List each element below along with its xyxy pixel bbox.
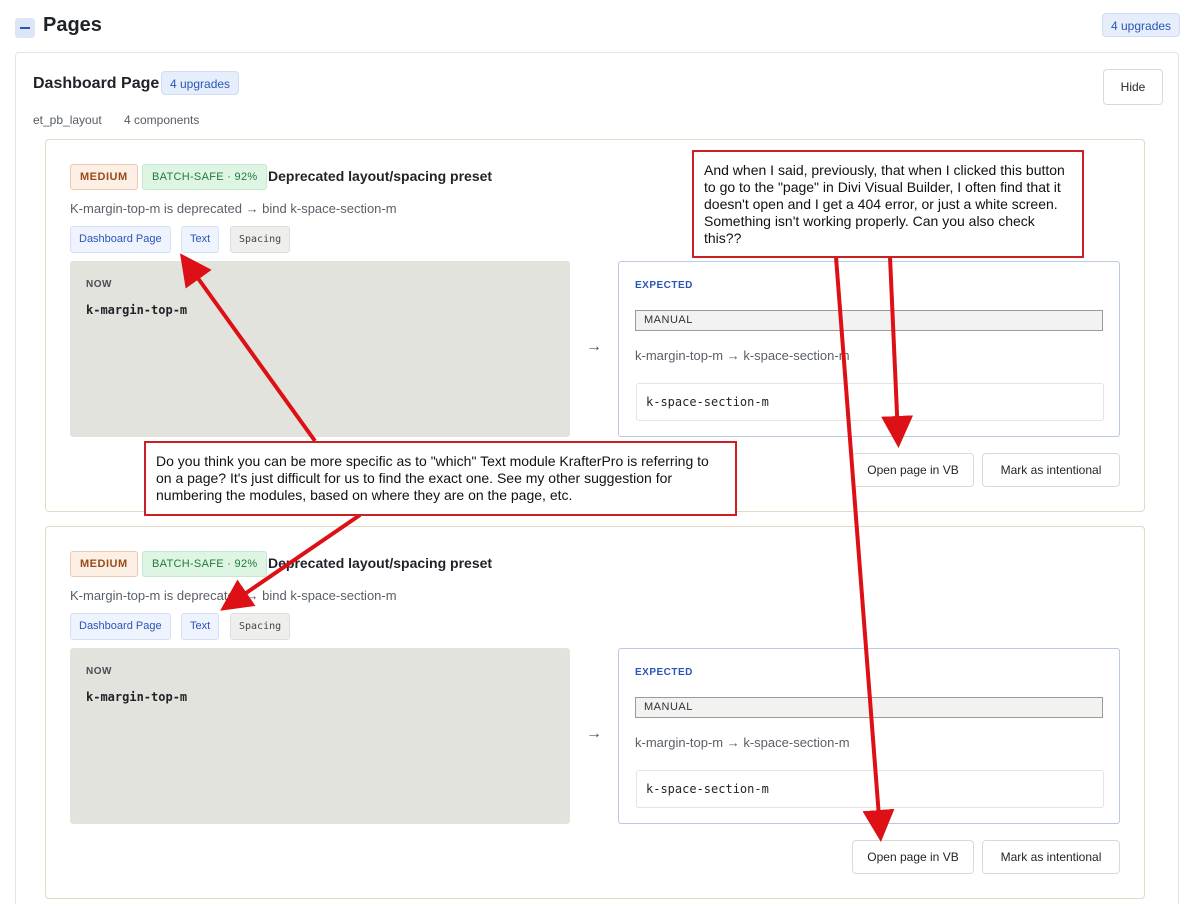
expected-description: k-margin-top-m → k-space-section-m: [635, 735, 850, 750]
expected-label: EXPECTED: [635, 280, 693, 291]
tag-spacing: Spacing: [230, 226, 291, 253]
issue-title: Deprecated layout/spacing preset: [268, 168, 493, 184]
pages-header: Pages 4 upgrades: [15, 12, 1181, 42]
open-page-in-vb-button[interactable]: Open page in VB: [852, 453, 974, 487]
pages-upgrades-badge: 4 upgrades: [1102, 13, 1181, 37]
tag-dashboard-page[interactable]: Dashboard Page: [70, 613, 171, 640]
tag-text[interactable]: Text: [181, 613, 220, 640]
expected-box: EXPECTED MANUAL k-margin-top-m → k-space…: [618, 648, 1120, 824]
expected-label: EXPECTED: [635, 667, 693, 678]
issue-description: K-margin-top-m is deprecated → bind k-sp…: [70, 588, 397, 603]
mark-as-intentional-button[interactable]: Mark as intentional: [982, 453, 1120, 487]
collapse-minus-icon[interactable]: [15, 18, 35, 38]
mark-as-intentional-button[interactable]: Mark as intentional: [982, 840, 1120, 874]
expected-box: EXPECTED MANUAL k-margin-top-m → k-space…: [618, 261, 1120, 437]
tag-text[interactable]: Text: [181, 226, 220, 253]
arrow-right-icon: →: [586, 725, 602, 742]
severity-badge: MEDIUM: [70, 551, 138, 577]
section-title: Dashboard Page: [33, 75, 160, 92]
arrow-right-icon: →: [586, 338, 602, 355]
now-label: NOW: [86, 666, 112, 677]
expected-description: k-margin-top-m → k-space-section-m: [635, 348, 850, 363]
now-label: NOW: [86, 279, 112, 290]
expected-value: k-space-section-m: [636, 383, 1104, 421]
meta-components: 4 components: [124, 113, 200, 127]
severity-badge: MEDIUM: [70, 164, 138, 190]
now-box: NOW k-margin-top-m: [70, 261, 570, 437]
tag-spacing: Spacing: [230, 613, 291, 640]
expected-value: k-space-section-m: [636, 770, 1104, 808]
batch-safe-badge: BATCH-SAFE · 92%: [142, 551, 268, 577]
issue-card-2: MEDIUM BATCH-SAFE · 92% Deprecated layou…: [45, 526, 1145, 899]
now-value: k-margin-top-m: [86, 303, 188, 317]
section-upgrades-badge: 4 upgrades: [161, 71, 240, 95]
now-value: k-margin-top-m: [86, 690, 188, 704]
page-title: Pages: [43, 14, 102, 36]
issue-title: Deprecated layout/spacing preset: [268, 555, 493, 571]
manual-badge: MANUAL: [635, 310, 1103, 331]
batch-safe-badge: BATCH-SAFE · 92%: [142, 164, 268, 190]
meta-layout: et_pb_layout: [33, 113, 102, 127]
hide-button[interactable]: Hide: [1103, 69, 1163, 105]
issue-description: K-margin-top-m is deprecated → bind k-sp…: [70, 201, 397, 216]
now-box: NOW k-margin-top-m: [70, 648, 570, 824]
open-page-in-vb-button[interactable]: Open page in VB: [852, 840, 974, 874]
tag-dashboard-page[interactable]: Dashboard Page: [70, 226, 171, 253]
annotation-vb-note: And when I said, previously, that when I…: [692, 150, 1084, 258]
manual-badge: MANUAL: [635, 697, 1103, 718]
annotation-text-module-note: Do you think you can be more specific as…: [144, 441, 737, 516]
